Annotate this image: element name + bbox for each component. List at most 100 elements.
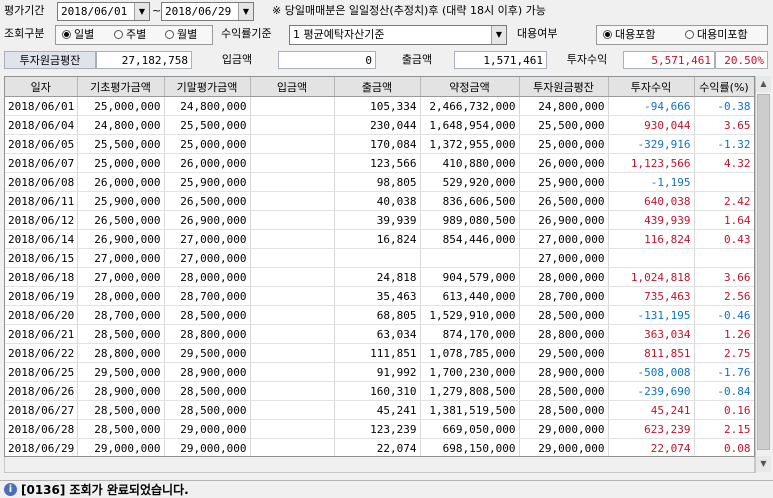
return-basis-value: 1 평균예탁자산기준 — [293, 28, 385, 41]
chevron-down-icon[interactable]: ▼ — [491, 26, 506, 44]
chevron-down-icon[interactable]: ▼ — [134, 3, 149, 20]
table-cell: 854,446,000 — [420, 229, 520, 249]
table-row[interactable]: 2018/06/25 29,500,000 28,900,000 91,992 1,70… — [5, 362, 754, 382]
table-cell — [250, 343, 335, 363]
table-cell: 28,700,000 — [77, 305, 165, 325]
horizontal-scrollbar[interactable] — [4, 457, 755, 473]
table-cell: -329,916 — [608, 134, 695, 154]
period-label: 평가기간 — [4, 4, 45, 17]
table-cell: 735,463 — [608, 286, 695, 306]
avg-principal-label: 투자원금평잔 — [4, 51, 96, 69]
radio-monthly[interactable]: 월별 — [165, 27, 197, 43]
column-header[interactable]: 입금액 — [250, 77, 335, 97]
table-row[interactable]: 2018/06/07 25,000,000 26,000,000 123,566 410… — [5, 153, 754, 173]
column-header[interactable]: 기초평가금액 — [77, 77, 165, 97]
table-row[interactable]: 2018/06/11 25,900,000 26,500,000 40,038 836,… — [5, 191, 754, 211]
table-cell: 28,800,000 — [164, 324, 251, 344]
radio-loan-exclude[interactable]: 대용미포함 — [685, 27, 748, 43]
column-header[interactable]: 약정금액 — [420, 77, 520, 97]
table-cell — [334, 248, 421, 268]
start-date-picker[interactable]: 2018/06/01 ▼ — [57, 2, 150, 21]
table-row[interactable]: 2018/06/01 25,000,000 24,800,000 105,334 2,4… — [5, 96, 754, 116]
table-cell: 123,566 — [334, 153, 421, 173]
table-cell: -94,666 — [608, 96, 695, 116]
table-cell: 25,000,000 — [77, 153, 165, 173]
table-cell: 91,992 — [334, 362, 421, 382]
table-cell — [250, 134, 335, 154]
table-cell: 28,800,000 — [77, 343, 165, 363]
table-cell: 836,606,500 — [420, 191, 520, 211]
table-cell: 27,000,000 — [164, 229, 251, 249]
column-header[interactable]: 투자원금평잔 — [519, 77, 609, 97]
table-row[interactable]: 2018/06/04 24,800,000 25,500,000 230,044 1,6… — [5, 115, 754, 135]
table-cell: 98,805 — [334, 172, 421, 192]
column-header[interactable]: 기말평가금액 — [164, 77, 251, 97]
table-cell — [250, 419, 335, 439]
table-row[interactable]: 2018/06/21 28,500,000 28,800,000 63,034 874,… — [5, 324, 754, 344]
loan-group: 대용포함 대용미포함 — [596, 25, 768, 45]
column-header[interactable]: 투자수익 — [608, 77, 695, 97]
table-row[interactable]: 2018/06/28 28,500,000 29,000,000 123,239 669… — [5, 419, 754, 439]
table-cell: -0.84 — [694, 381, 754, 401]
withdraw-label: 출금액 — [401, 53, 433, 66]
table-row[interactable]: 2018/06/19 28,000,000 28,700,000 35,463 613,… — [5, 286, 754, 306]
table-cell: 25,900,000 — [77, 191, 165, 211]
table-cell: 25,000,000 — [519, 134, 609, 154]
table-row[interactable]: 2018/06/08 26,000,000 25,900,000 98,805 529,… — [5, 172, 754, 192]
table-cell: 2018/06/27 — [5, 400, 78, 420]
table-row[interactable]: 2018/06/15 27,000,000 27,000,000 27,000,000 — [5, 248, 754, 268]
table-cell: 2018/06/07 — [5, 153, 78, 173]
table-cell: 1,372,955,000 — [420, 134, 520, 154]
table-row[interactable]: 2018/06/14 26,900,000 27,000,000 16,824 854,… — [5, 229, 754, 249]
table-cell: 29,000,000 — [77, 438, 165, 456]
table-cell: 27,000,000 — [164, 248, 251, 268]
table-cell: 811,851 — [608, 343, 695, 363]
table-cell — [250, 400, 335, 420]
table-cell: 1,700,230,000 — [420, 362, 520, 382]
end-date-picker[interactable]: 2018/06/29 ▼ — [161, 2, 254, 21]
table-cell — [420, 248, 520, 268]
radio-daily[interactable]: 일별 — [62, 27, 94, 43]
table-row[interactable]: 2018/06/29 29,000,000 29,000,000 22,074 698,… — [5, 438, 754, 456]
table-cell — [250, 115, 335, 135]
table-cell: 28,500,000 — [164, 400, 251, 420]
radio-dot-icon — [114, 30, 123, 39]
table-cell: 63,034 — [334, 324, 421, 344]
table-cell: 29,000,000 — [164, 419, 251, 439]
chevron-down-icon[interactable]: ▼ — [756, 456, 771, 472]
table-row[interactable]: 2018/06/20 28,700,000 28,500,000 68,805 1,52… — [5, 305, 754, 325]
radio-loan-include[interactable]: 대용포함 — [603, 27, 655, 43]
table-cell: 640,038 — [608, 191, 695, 211]
end-date-value: 2018/06/29 — [165, 5, 232, 18]
table-cell: 28,000,000 — [519, 267, 609, 287]
table-cell: 363,034 — [608, 324, 695, 344]
table-row[interactable]: 2018/06/22 28,800,000 29,500,000 111,851 1,0… — [5, 343, 754, 363]
daily-return-table[interactable]: 일자 기초평가금액 기말평가금액 입금액 출금액 약정금액 투자원금평잔 투자수익 수익률(%)… — [4, 76, 755, 457]
table-cell: 123,239 — [334, 419, 421, 439]
return-basis-select[interactable]: 1 평균예탁자산기준 ▼ — [289, 25, 507, 45]
table-cell: 28,800,000 — [519, 324, 609, 344]
table-cell: 26,900,000 — [77, 229, 165, 249]
info-icon: i — [4, 483, 17, 496]
table-row[interactable]: 2018/06/26 28,900,000 28,500,000 160,310 1,2… — [5, 381, 754, 401]
table-cell: 27,000,000 — [77, 267, 165, 287]
chevron-up-icon[interactable]: ▲ — [756, 76, 771, 92]
table-row[interactable]: 2018/06/12 26,500,000 26,900,000 39,939 989,… — [5, 210, 754, 230]
table-row[interactable]: 2018/06/18 27,000,000 28,000,000 24,818 904,… — [5, 267, 754, 287]
column-header[interactable]: 수익률(%) — [694, 77, 754, 97]
table-cell: 24,818 — [334, 267, 421, 287]
table-cell: 439,939 — [608, 210, 695, 230]
table-row[interactable]: 2018/06/27 28,500,000 28,500,000 45,241 1,38… — [5, 400, 754, 420]
table-cell: 28,900,000 — [77, 381, 165, 401]
chevron-down-icon[interactable]: ▼ — [238, 3, 253, 20]
deposit-value: 0 — [278, 51, 376, 69]
radio-weekly[interactable]: 주별 — [114, 27, 146, 43]
table-cell: 25,900,000 — [164, 172, 251, 192]
table-row[interactable]: 2018/06/05 25,500,000 25,000,000 170,084 1,3… — [5, 134, 754, 154]
table-cell: -0.38 — [694, 96, 754, 116]
vertical-scrollbar[interactable]: ▲ ▼ — [755, 76, 771, 473]
scroll-thumb[interactable] — [757, 94, 770, 450]
column-header[interactable]: 일자 — [5, 77, 78, 97]
column-header[interactable]: 출금액 — [334, 77, 421, 97]
table-cell: 27,000,000 — [519, 248, 609, 268]
